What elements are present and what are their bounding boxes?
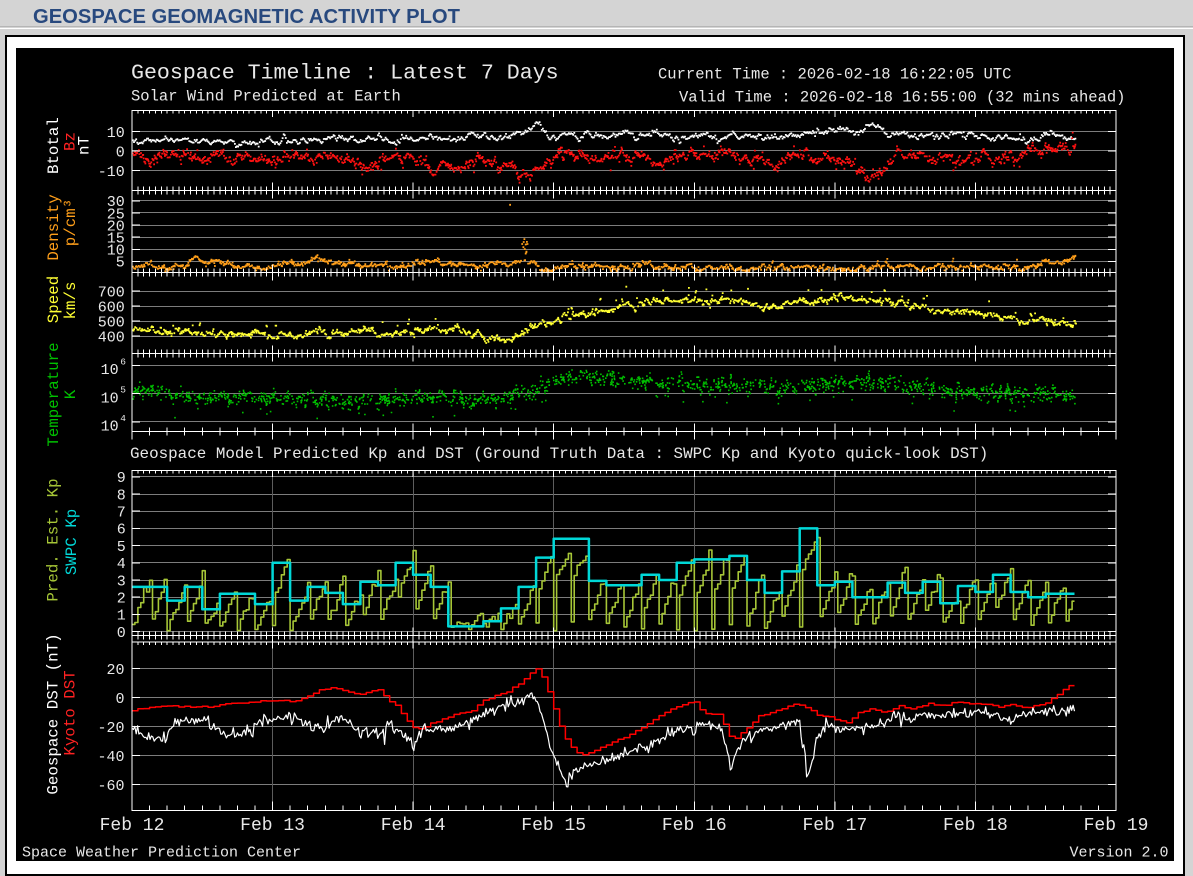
- svg-text:0: 0: [116, 144, 125, 161]
- svg-text:Version 2.0: Version 2.0: [1069, 845, 1168, 862]
- svg-text:1: 1: [117, 608, 126, 625]
- svg-text:6: 6: [117, 522, 126, 539]
- svg-text:10: 10: [101, 390, 119, 407]
- svg-text:10: 10: [101, 362, 119, 379]
- svg-text:K: K: [62, 389, 80, 399]
- svg-text:Density: Density: [45, 194, 63, 260]
- svg-text:8: 8: [117, 487, 126, 504]
- svg-text:Feb 13: Feb 13: [240, 816, 305, 836]
- svg-text:Speed: Speed: [45, 276, 63, 323]
- svg-text:Geospace DST (nT): Geospace DST (nT): [45, 633, 63, 794]
- svg-text:nT: nT: [76, 136, 94, 155]
- svg-text:Feb 15: Feb 15: [521, 816, 586, 836]
- svg-text:400: 400: [98, 330, 125, 347]
- svg-text:Btotal: Btotal: [45, 117, 63, 174]
- svg-text:Geospace Timeline : Latest 7 D: Geospace Timeline : Latest 7 Days: [131, 62, 559, 86]
- svg-text:Solar Wind Predicted at Earth: Solar Wind Predicted at Earth: [131, 88, 401, 106]
- svg-text:-60: -60: [97, 778, 124, 795]
- svg-text:3: 3: [117, 573, 126, 590]
- svg-text:7: 7: [117, 505, 126, 522]
- svg-text:p/cm³: p/cm³: [62, 199, 80, 246]
- svg-text:Valid Time : 2026-02-18 16:55:: Valid Time : 2026-02-18 16:55:00 (32 min…: [679, 89, 1125, 107]
- svg-text:Geospace Model Predicted Kp an: Geospace Model Predicted Kp and DST (Gro…: [130, 445, 988, 463]
- svg-text:km/s: km/s: [62, 282, 80, 320]
- svg-text:20: 20: [106, 662, 124, 679]
- svg-text:SWPC Kp: SWPC Kp: [63, 509, 81, 575]
- svg-text:10: 10: [101, 419, 119, 436]
- svg-text:Kyoto DST: Kyoto DST: [62, 670, 80, 755]
- svg-text:6: 6: [120, 356, 126, 367]
- svg-text:0: 0: [117, 625, 126, 642]
- svg-text:Feb 14: Feb 14: [381, 816, 446, 836]
- svg-text:Pred. Est. Kp: Pred. Est. Kp: [45, 478, 63, 601]
- svg-text:-40: -40: [97, 749, 124, 766]
- svg-text:Feb 19: Feb 19: [1084, 816, 1149, 836]
- svg-text:Current Time : 2026-02-18 16:2: Current Time : 2026-02-18 16:22:05 UTC: [658, 66, 1011, 84]
- svg-text:10: 10: [107, 125, 125, 142]
- svg-text:4: 4: [120, 413, 126, 424]
- svg-text:Space Weather Prediction Cente: Space Weather Prediction Center: [22, 845, 301, 862]
- svg-text:2: 2: [117, 591, 126, 608]
- svg-text:Feb 17: Feb 17: [802, 816, 867, 836]
- svg-text:5: 5: [120, 385, 126, 396]
- svg-text:0: 0: [115, 691, 124, 708]
- svg-text:Feb 18: Feb 18: [943, 816, 1008, 836]
- svg-text:Feb 12: Feb 12: [100, 816, 165, 836]
- svg-text:5: 5: [117, 539, 126, 556]
- svg-text:9: 9: [117, 470, 126, 487]
- svg-text:4: 4: [117, 556, 126, 573]
- svg-text:5: 5: [116, 255, 125, 272]
- svg-text:-20: -20: [97, 720, 124, 737]
- svg-text:Feb 16: Feb 16: [662, 816, 727, 836]
- svg-text:Temperature: Temperature: [45, 342, 63, 446]
- svg-text:-10: -10: [98, 164, 125, 181]
